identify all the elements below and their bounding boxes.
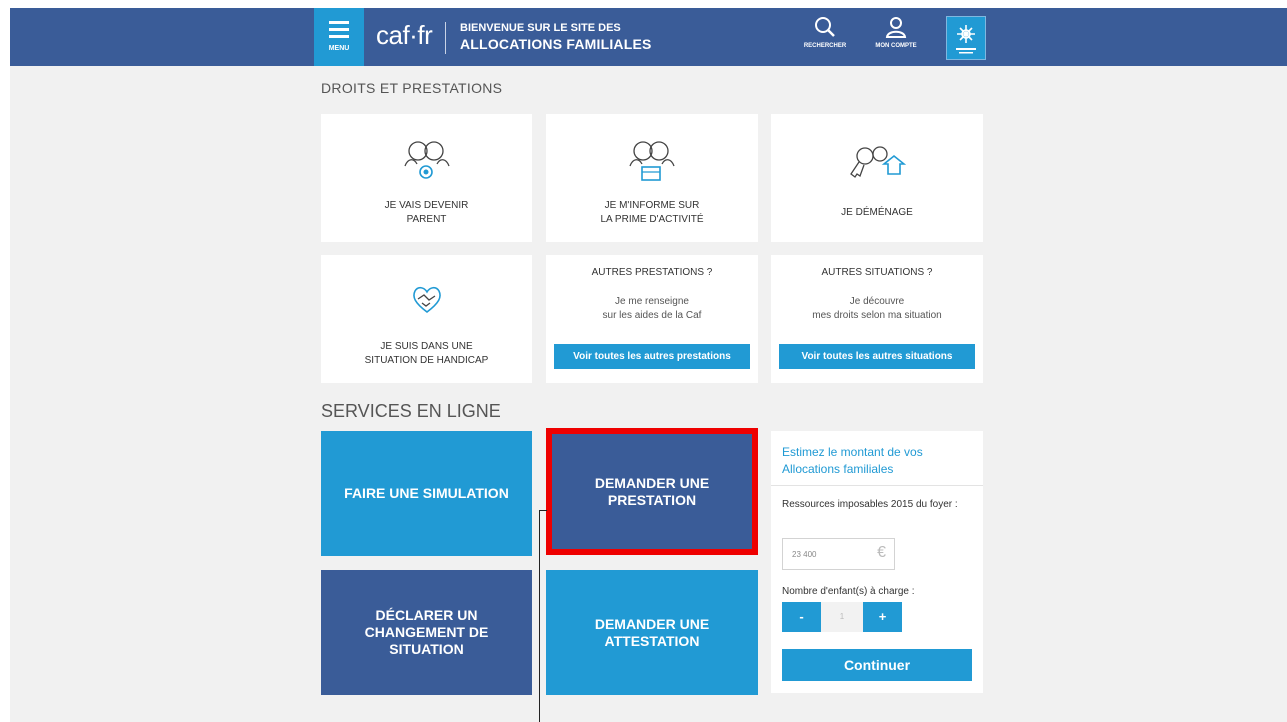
- increment-button[interactable]: +: [863, 602, 902, 632]
- search-button[interactable]: RECHERCHER: [797, 16, 853, 49]
- card-autres-prestations: AUTRES PRESTATIONS ? Je me renseigne sur…: [546, 255, 758, 383]
- account-label: MON COMPTE: [875, 43, 917, 49]
- card-autres-situations: AUTRES SITUATIONS ? Je découvre mes droi…: [771, 255, 983, 383]
- logo-divider: [445, 22, 446, 54]
- highlight-box: [546, 428, 758, 555]
- card-demenage[interactable]: JE DÉMÉNAGE: [771, 114, 983, 242]
- children-count-field[interactable]: 1: [821, 602, 863, 632]
- tagline-line1: BIENVENUE SUR LE SITE DES: [460, 22, 621, 34]
- card-label: JE DÉMÉNAGE: [841, 207, 913, 218]
- estimator-panel: Estimez le montant de vos Allocations fa…: [771, 431, 983, 693]
- republique-francaise-logo: [946, 16, 986, 60]
- tile-label: FAIRE UNE SIMULATION: [344, 485, 509, 501]
- decrement-button[interactable]: -: [782, 602, 821, 632]
- card-subtext: mes droits selon ma situation: [812, 310, 942, 321]
- tile-label: ATTESTATION: [604, 632, 700, 649]
- account-button[interactable]: MON COMPTE: [866, 16, 926, 49]
- card-prime-activite[interactable]: JE M'INFORME SUR LA PRIME D'ACTIVITÉ: [546, 114, 758, 242]
- estimator-title[interactable]: Estimez le montant de vos Allocations fa…: [782, 444, 972, 478]
- keys-house-icon: [850, 146, 906, 178]
- demander-attestation-tile[interactable]: DEMANDER UNE ATTESTATION: [546, 570, 758, 695]
- site-header: MENU caf·fr BIENVENUE SUR LE SITE DES AL…: [10, 8, 1287, 66]
- resources-value: 23 400: [792, 550, 817, 559]
- caf-logo[interactable]: caf·fr: [376, 20, 433, 51]
- callout-tick: [539, 510, 547, 511]
- card-heading: AUTRES PRESTATIONS ?: [591, 267, 713, 278]
- hamburger-icon: [329, 21, 349, 42]
- tile-label: CHANGEMENT DE: [364, 624, 489, 640]
- parents-briefcase-icon: [629, 141, 675, 181]
- tagline-line2: ALLOCATIONS FAMILIALES: [460, 36, 652, 52]
- card-devenir-parent[interactable]: JE VAIS DEVENIR PARENT: [321, 114, 532, 242]
- tile-label: DEMANDER UNE: [594, 615, 710, 632]
- faire-simulation-tile[interactable]: FAIRE UNE SIMULATION: [321, 431, 532, 556]
- euro-icon: €: [877, 544, 886, 561]
- tile-label: DÉCLARER UN: [375, 607, 478, 623]
- card-label: JE M'INFORME SUR: [604, 200, 700, 211]
- divider: [771, 485, 983, 486]
- card-heading: AUTRES SITUATIONS ?: [821, 267, 933, 278]
- card-subtext: Je me renseigne: [615, 296, 689, 307]
- children-stepper: - 1 +: [782, 602, 902, 632]
- children-label: Nombre d'enfant(s) à charge :: [782, 586, 915, 597]
- voir-autres-prestations-button[interactable]: Voir toutes les autres prestations: [554, 344, 750, 369]
- card-label: SITUATION DE HANDICAP: [364, 355, 489, 366]
- page: MENU caf·fr BIENVENUE SUR LE SITE DES AL…: [10, 8, 1287, 722]
- services-section-title: SERVICES EN LIGNE: [321, 401, 501, 421]
- droits-section-title: DROITS ET PRESTATIONS: [321, 80, 503, 96]
- card-label: LA PRIME D'ACTIVITÉ: [600, 214, 704, 225]
- user-icon: [885, 17, 907, 38]
- declarer-changement-tile[interactable]: DÉCLARER UN CHANGEMENT DE SITUATION: [321, 570, 532, 695]
- menu-label: MENU: [328, 45, 350, 52]
- search-icon: [815, 17, 835, 37]
- resources-input[interactable]: 23 400 €: [782, 538, 895, 570]
- tile-label: SITUATION: [389, 641, 464, 657]
- continue-button[interactable]: Continuer: [782, 649, 972, 681]
- card-label: PARENT: [406, 214, 447, 225]
- card-subtext: sur les aides de la Caf: [602, 310, 702, 321]
- card-label: JE VAIS DEVENIR: [384, 200, 469, 211]
- search-label: RECHERCHER: [803, 43, 847, 49]
- card-handicap[interactable]: JE SUIS DANS UNE SITUATION DE HANDICAP: [321, 255, 532, 383]
- voir-autres-situations-button[interactable]: Voir toutes les autres situations: [779, 344, 975, 369]
- resources-label: Ressources imposables 2015 du foyer :: [782, 499, 958, 510]
- card-label: JE SUIS DANS UNE: [380, 341, 473, 352]
- menu-button[interactable]: MENU: [314, 8, 364, 66]
- handshake-heart-icon: [412, 286, 441, 314]
- card-subtext: Je découvre: [849, 296, 905, 307]
- parents-baby-icon: [403, 141, 450, 179]
- callout-line: [539, 510, 540, 722]
